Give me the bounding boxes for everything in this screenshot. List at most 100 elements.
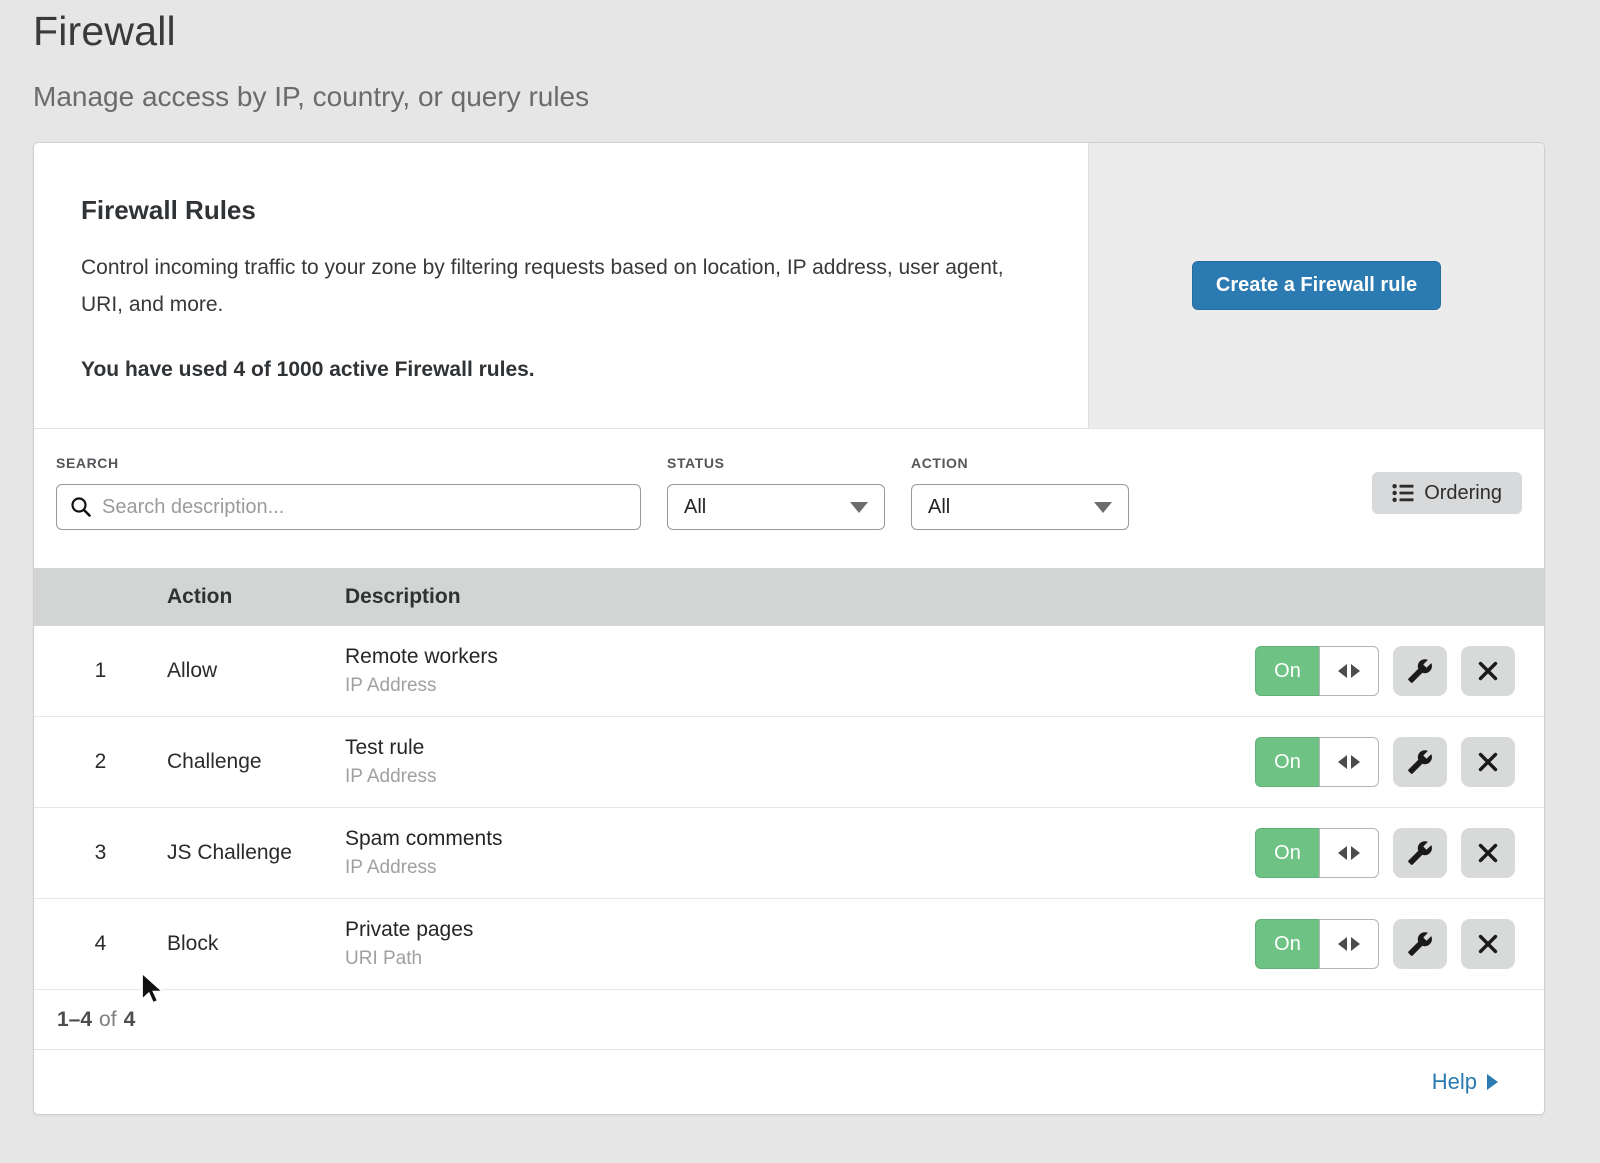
rule-action: JS Challenge xyxy=(167,841,345,865)
toggle-drag-handle[interactable] xyxy=(1319,919,1379,969)
page-header: Firewall Manage access by IP, country, o… xyxy=(0,0,1600,113)
rule-enabled-toggle[interactable]: On xyxy=(1255,919,1379,969)
toggle-drag-handle[interactable] xyxy=(1319,646,1379,696)
arrow-left-icon xyxy=(1338,664,1347,678)
x-icon xyxy=(1476,932,1500,956)
arrow-right-icon xyxy=(1351,755,1360,769)
rule-controls: On xyxy=(1255,919,1544,969)
wrench-icon xyxy=(1407,658,1433,684)
rule-controls: On xyxy=(1255,828,1544,878)
create-rule-panel: Create a Firewall rule xyxy=(1088,143,1544,428)
delete-rule-button[interactable] xyxy=(1461,737,1515,787)
rule-match-type: URI Path xyxy=(345,948,1255,970)
chevron-down-icon xyxy=(1094,502,1112,513)
action-label: ACTION xyxy=(911,455,1129,471)
rule-description: Remote workers IP Address xyxy=(345,645,1255,697)
status-label: STATUS xyxy=(667,455,885,471)
edit-rule-button[interactable] xyxy=(1393,828,1447,878)
rule-description: Private pages URI Path xyxy=(345,918,1255,970)
x-icon xyxy=(1476,659,1500,683)
pagination-range: 1–4 xyxy=(57,1008,92,1032)
delete-rule-button[interactable] xyxy=(1461,828,1515,878)
rule-priority: 4 xyxy=(34,932,167,956)
section-title: Firewall Rules xyxy=(81,195,1028,226)
rule-action: Challenge xyxy=(167,750,345,774)
ordered-list-icon xyxy=(1392,483,1414,503)
table-row: 4 Block Private pages URI Path On xyxy=(34,899,1544,990)
status-select[interactable]: All xyxy=(667,484,885,530)
pagination-of: of xyxy=(99,1008,117,1032)
filter-bar: SEARCH STATUS All ACTION All xyxy=(34,428,1544,568)
search-filter-group: SEARCH xyxy=(56,455,641,530)
search-label: SEARCH xyxy=(56,455,641,471)
action-column-header: Action xyxy=(167,585,345,609)
section-description: Control incoming traffic to your zone by… xyxy=(81,250,1026,324)
arrow-right-icon xyxy=(1487,1074,1498,1090)
rule-action: Block xyxy=(167,932,345,956)
description-column-header: Description xyxy=(345,585,1544,609)
toggle-on-label[interactable]: On xyxy=(1255,646,1319,696)
arrow-right-icon xyxy=(1351,664,1360,678)
toggle-drag-handle[interactable] xyxy=(1319,828,1379,878)
action-selected-value: All xyxy=(928,496,950,519)
toggle-on-label[interactable]: On xyxy=(1255,828,1319,878)
table-row: 2 Challenge Test rule IP Address On xyxy=(34,717,1544,808)
action-select[interactable]: All xyxy=(911,484,1129,530)
firewall-rules-intro-text: Firewall Rules Control incoming traffic … xyxy=(34,143,1088,428)
rule-priority: 2 xyxy=(34,750,167,774)
arrow-right-icon xyxy=(1351,937,1360,951)
x-icon xyxy=(1476,750,1500,774)
ordering-button-label: Ordering xyxy=(1424,482,1502,505)
edit-rule-button[interactable] xyxy=(1393,646,1447,696)
arrow-right-icon xyxy=(1351,846,1360,860)
x-icon xyxy=(1476,841,1500,865)
chevron-down-icon xyxy=(850,502,868,513)
status-selected-value: All xyxy=(684,496,706,519)
page-subtitle: Manage access by IP, country, or query r… xyxy=(33,81,1600,113)
toggle-drag-handle[interactable] xyxy=(1319,737,1379,787)
rule-controls: On xyxy=(1255,737,1544,787)
arrow-left-icon xyxy=(1338,846,1347,860)
usage-summary: You have used 4 of 1000 active Firewall … xyxy=(81,358,1028,382)
rule-action: Allow xyxy=(167,659,345,683)
ordering-button[interactable]: Ordering xyxy=(1372,472,1522,514)
help-link-label: Help xyxy=(1432,1069,1477,1095)
rule-priority: 3 xyxy=(34,841,167,865)
rule-priority: 1 xyxy=(34,659,167,683)
arrow-left-icon xyxy=(1338,755,1347,769)
rule-description-title: Spam comments xyxy=(345,827,1255,851)
arrow-left-icon xyxy=(1338,937,1347,951)
rule-enabled-toggle[interactable]: On xyxy=(1255,737,1379,787)
firewall-rules-intro-section: Firewall Rules Control incoming traffic … xyxy=(34,143,1544,428)
table-row: 1 Allow Remote workers IP Address On xyxy=(34,626,1544,717)
status-filter-group: STATUS All xyxy=(667,455,885,530)
rule-description: Test rule IP Address xyxy=(345,736,1255,788)
action-filter-group: ACTION All xyxy=(911,455,1129,530)
pagination-summary: 1–4 of 4 xyxy=(34,990,1544,1050)
toggle-on-label[interactable]: On xyxy=(1255,919,1319,969)
create-firewall-rule-button[interactable]: Create a Firewall rule xyxy=(1192,261,1441,310)
rule-controls: On xyxy=(1255,646,1544,696)
wrench-icon xyxy=(1407,749,1433,775)
rule-match-type: IP Address xyxy=(345,857,1255,879)
edit-rule-button[interactable] xyxy=(1393,919,1447,969)
rule-match-type: IP Address xyxy=(345,675,1255,697)
rule-match-type: IP Address xyxy=(345,766,1255,788)
table-header: Action Description xyxy=(34,568,1544,626)
search-input[interactable] xyxy=(102,496,628,519)
edit-rule-button[interactable] xyxy=(1393,737,1447,787)
table-row: 3 JS Challenge Spam comments IP Address … xyxy=(34,808,1544,899)
rule-enabled-toggle[interactable]: On xyxy=(1255,828,1379,878)
pagination-total: 4 xyxy=(124,1008,136,1032)
search-box[interactable] xyxy=(56,484,641,530)
rule-enabled-toggle[interactable]: On xyxy=(1255,646,1379,696)
help-link[interactable]: Help xyxy=(1432,1069,1498,1095)
rule-description: Spam comments IP Address xyxy=(345,827,1255,879)
rule-description-title: Test rule xyxy=(345,736,1255,760)
card-footer: Help xyxy=(34,1050,1544,1114)
firewall-rules-card: Firewall Rules Control incoming traffic … xyxy=(33,142,1545,1115)
rule-description-title: Private pages xyxy=(345,918,1255,942)
toggle-on-label[interactable]: On xyxy=(1255,737,1319,787)
delete-rule-button[interactable] xyxy=(1461,919,1515,969)
delete-rule-button[interactable] xyxy=(1461,646,1515,696)
